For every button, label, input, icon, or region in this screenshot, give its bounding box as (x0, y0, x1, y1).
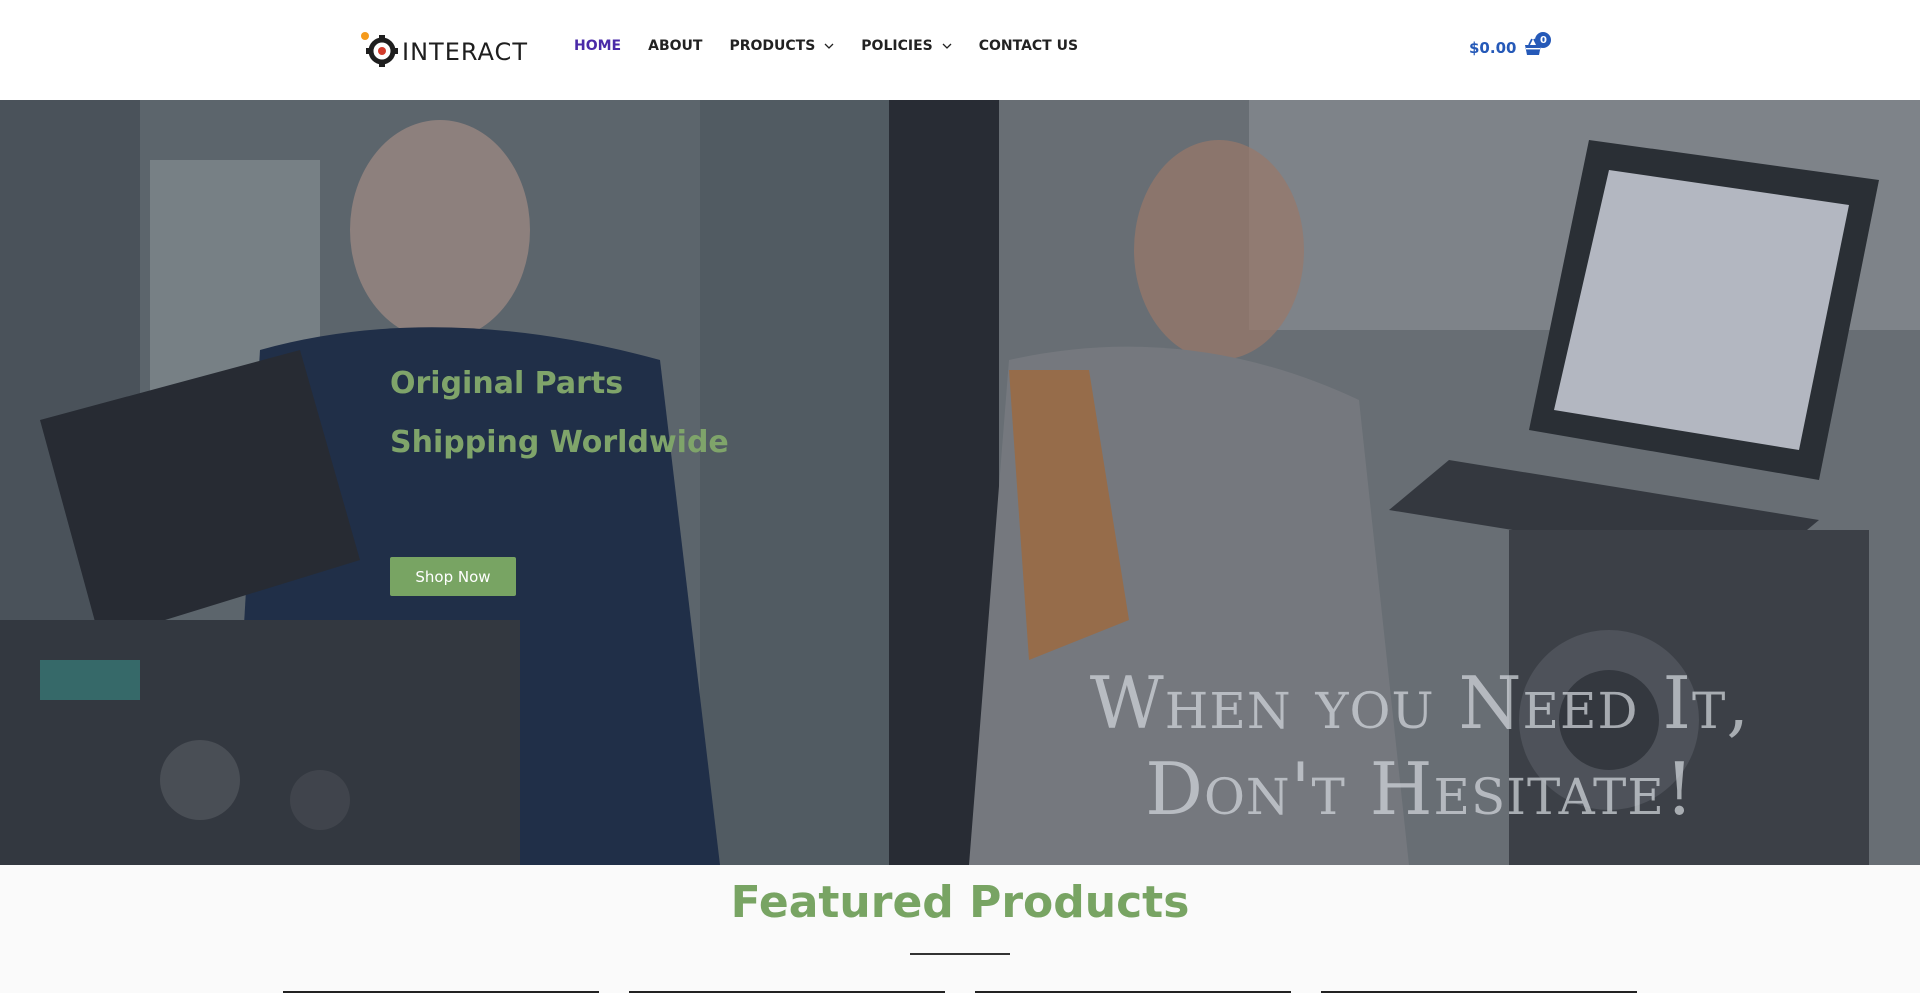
nav-policies[interactable]: POLICIES (861, 38, 952, 54)
nav-contact-us[interactable]: CONTACT US (979, 38, 1078, 54)
hero-heading-line2: Shipping Worldwide (390, 425, 729, 460)
cart-count-badge: 0 (1535, 32, 1552, 48)
nav-policies-label: POLICIES (861, 38, 933, 54)
tagline-line1: When you Need It, (1089, 661, 1751, 745)
cart-link[interactable]: $0.00 0 (1469, 32, 1552, 60)
nav-home-label: HOME (574, 38, 622, 54)
hero-tagline: When you Need It, Don't Hesitate! (990, 660, 1850, 832)
shop-now-button[interactable]: Shop Now (390, 557, 516, 596)
shopping-basket-icon[interactable]: 0 (1522, 32, 1552, 60)
nav-home[interactable]: HOME (574, 38, 621, 54)
chevron-down-icon (824, 43, 834, 49)
tagline-line2: Don't Hesitate! (1145, 747, 1695, 831)
main-nav: HOME ABOUT PRODUCTS POLICIES CONTACT US (574, 38, 1105, 54)
site-header: INTERACT HOME ABOUT PRODUCTS POLICIES CO… (0, 0, 1920, 100)
nav-products[interactable]: PRODUCTS (729, 38, 834, 54)
nav-products-label: PRODUCTS (729, 38, 816, 54)
nav-contact-label: CONTACT US (978, 38, 1079, 54)
nav-about-label: ABOUT (648, 38, 703, 54)
featured-products-title: Featured Products (730, 877, 1190, 928)
logo-text: INTERACT (402, 38, 528, 66)
featured-products-section: Featured Products (0, 865, 1920, 993)
hero-slider: Original Parts Shipping Worldwide Shop N… (0, 100, 1920, 865)
site-logo[interactable]: INTERACT (360, 26, 540, 72)
cart-total: $0.00 (1469, 39, 1517, 57)
nav-about[interactable]: ABOUT (648, 38, 702, 54)
title-divider (910, 953, 1010, 955)
chevron-down-icon (942, 43, 952, 49)
hero-heading-line1: Original Parts (390, 366, 624, 401)
gear-logo-icon (360, 29, 400, 69)
